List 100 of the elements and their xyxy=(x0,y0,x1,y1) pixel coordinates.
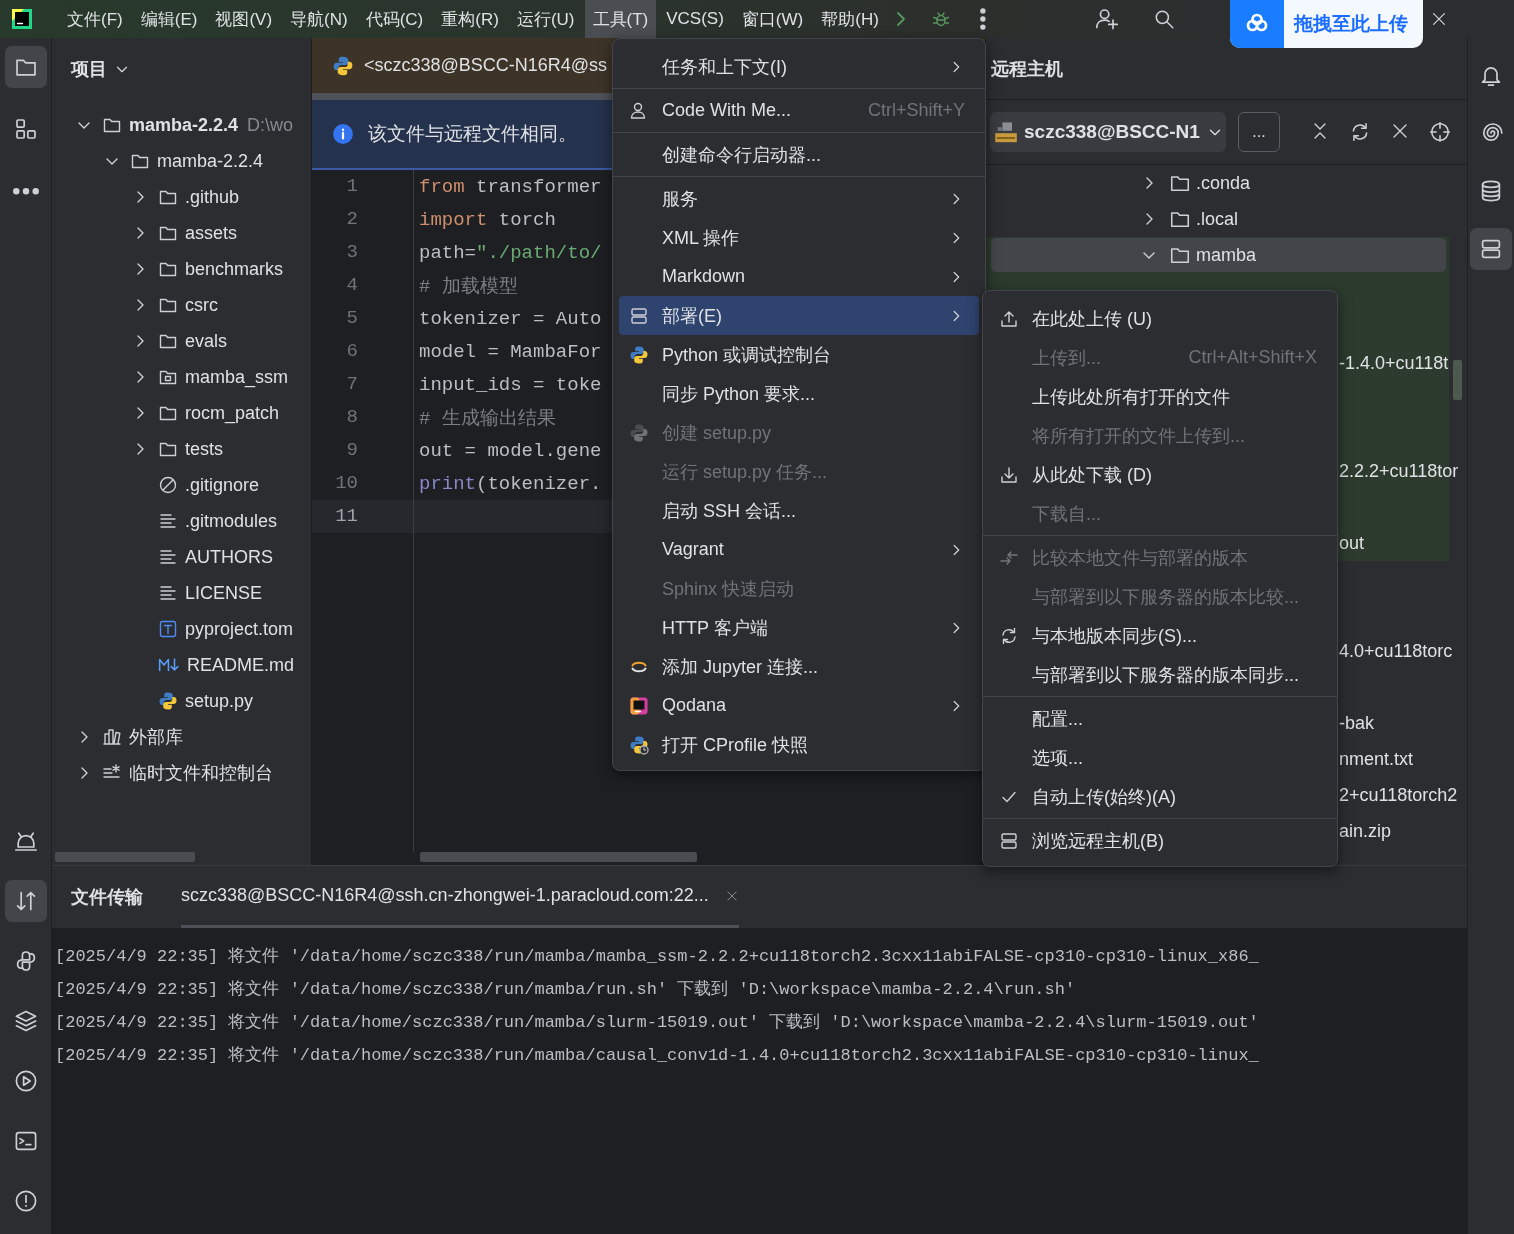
folder-name[interactable]: benchmarks xyxy=(185,258,284,280)
bar-chart-icon xyxy=(102,727,122,747)
folder-name[interactable]: tests xyxy=(185,438,223,460)
menu-item[interactable]: Vagrant xyxy=(619,530,979,569)
transfer-tool-button[interactable] xyxy=(4,880,47,922)
file-name[interactable]: 2+cu118torch2 xyxy=(1339,784,1458,806)
code-line: import torch xyxy=(419,208,556,231)
menu-item[interactable]: 服务 xyxy=(619,179,979,218)
menu-item[interactable]: 帮助(H) xyxy=(813,0,887,38)
menu-item[interactable]: 打开 CProfile 快照 xyxy=(619,725,979,764)
menu-item[interactable]: 上传此处所有打开的文件 xyxy=(989,377,1331,416)
file-name[interactable]: AUTHORS xyxy=(185,546,273,568)
menu-item[interactable]: 运行(U) xyxy=(508,0,583,38)
panel-title[interactable]: 项目 xyxy=(71,57,107,81)
menu-item[interactable]: 创建命令行启动器... xyxy=(619,135,979,174)
text-file-icon xyxy=(158,547,178,567)
menu-item[interactable]: 文件(F) xyxy=(59,0,131,38)
folder-name[interactable]: assets xyxy=(185,222,238,244)
menu-item[interactable]: 在此处上传 (U) xyxy=(989,299,1331,338)
menu-item[interactable]: 部署(E) xyxy=(619,296,979,335)
menu-item[interactable]: 重构(R) xyxy=(433,0,507,38)
file-name[interactable]: setup.py xyxy=(185,690,254,712)
menu-item[interactable]: 同步 Python 要求... xyxy=(619,374,979,413)
menu-item[interactable]: XML 操作 xyxy=(619,218,979,257)
horizontal-scrollbar[interactable] xyxy=(420,852,697,862)
menu-item[interactable]: 从此处下载 (D) xyxy=(989,455,1331,494)
tree-item-label[interactable]: 临时文件和控制台 xyxy=(129,761,273,785)
text-file-icon xyxy=(158,511,178,531)
menu-item[interactable]: 视图(V) xyxy=(207,0,281,38)
file-name[interactable]: nment.txt xyxy=(1339,748,1414,770)
menu-item[interactable]: 自动上传(始终)(A) xyxy=(989,777,1331,816)
remote-tool-button[interactable] xyxy=(1470,228,1512,270)
download-icon xyxy=(999,464,1019,485)
server-dropdown[interactable]: sczc338@BSCC-N1 xyxy=(990,112,1226,152)
menu-item[interactable]: Markdown xyxy=(619,257,979,296)
menu-item[interactable]: 浏览远程主机(B) xyxy=(989,821,1331,860)
menu-item[interactable]: 窗口(W) xyxy=(733,0,812,38)
menu-item[interactable]: VCS(S) xyxy=(658,0,732,38)
folder-name[interactable]: evals xyxy=(185,330,228,352)
menu-item[interactable]: 添加 Jupyter 连接... xyxy=(619,647,979,686)
code-line: print(tokenizer. xyxy=(419,472,602,495)
menu-item[interactable]: Code With Me... Ctrl+Shift+Y xyxy=(619,91,979,130)
folder-name[interactable]: mamba-2.2.4 xyxy=(157,150,264,172)
folder-name[interactable]: csrc xyxy=(185,294,218,316)
folder-name[interactable]: .local xyxy=(1196,208,1239,230)
file-name[interactable]: .gitignore xyxy=(185,474,260,496)
menu-item[interactable]: HTTP 客户端 xyxy=(619,608,979,647)
database-icon xyxy=(1479,179,1503,203)
menu-item[interactable]: 选项... xyxy=(989,738,1331,777)
line-number: 9 xyxy=(312,434,414,467)
add-person-icon[interactable] xyxy=(1094,7,1119,31)
folder-name[interactable]: .github xyxy=(185,186,240,208)
menu-item[interactable]: 启动 SSH 会话... xyxy=(619,491,979,530)
file-name[interactable]: README.md xyxy=(187,654,294,676)
menu-item[interactable]: 代码(C) xyxy=(357,0,432,38)
panel-title: 文件传输 xyxy=(71,886,143,909)
close-icon[interactable] xyxy=(724,888,739,903)
server-icon xyxy=(629,305,649,326)
menu-item[interactable]: Python 或调试控制台 xyxy=(619,335,979,374)
menu-item[interactable]: 任务和上下文(I) xyxy=(619,47,979,86)
log-line: [2025/4/9 22:35] 将文件 '/data/home/sczc338/run/mamba/causal_conv1d-1.4.0+cu118torch2.3cxx11abiFALSE-cp310-cp310-linux_ xyxy=(54,1045,1260,1067)
file-name[interactable]: -1.4.0+cu118t xyxy=(1339,352,1449,374)
upload-icon xyxy=(999,308,1019,329)
menu-item[interactable]: 编辑(E) xyxy=(132,0,206,38)
menu-item[interactable]: 配置... xyxy=(989,699,1331,738)
folder-name[interactable]: mamba_ssm xyxy=(185,366,289,388)
more-icon[interactable] xyxy=(980,9,985,29)
folder-name[interactable]: rocm_patch xyxy=(185,402,280,424)
file-name[interactable]: pyproject.tom xyxy=(185,618,294,640)
tree-item-label[interactable]: 外部库 xyxy=(129,725,183,749)
session-tab[interactable]: sczc338@BSCC-N16R4@ssh.cn-zhongwei-1.paracloud.com:22... xyxy=(181,885,709,906)
python-icon xyxy=(629,344,649,365)
code-line: model = MambaFor xyxy=(419,340,602,363)
menu-item[interactable]: 工具(T) xyxy=(584,0,657,38)
vertical-scrollbar[interactable] xyxy=(1453,360,1462,400)
crosshair-icon[interactable] xyxy=(1429,121,1451,143)
bug-icon[interactable] xyxy=(930,9,951,29)
qodana-icon xyxy=(629,695,649,716)
horizontal-scrollbar[interactable] xyxy=(55,852,195,862)
file-name[interactable]: -bak xyxy=(1339,712,1374,734)
file-name[interactable]: ain.zip xyxy=(1339,820,1392,842)
folder-name[interactable]: mamba-2.2.4 xyxy=(129,114,239,136)
menu-item[interactable]: 与本地版本同步(S)... xyxy=(989,616,1331,655)
app-logo-icon xyxy=(12,9,32,29)
file-name[interactable]: .gitmodules xyxy=(185,510,278,532)
file-name[interactable]: LICENSE xyxy=(185,582,263,604)
upload-badge[interactable]: 拖拽至此上传 xyxy=(1230,0,1423,48)
file-name[interactable]: 2.2.2+cu118tor xyxy=(1339,460,1459,482)
project-tool-button[interactable] xyxy=(4,46,47,88)
code-line: path="./path/to/ xyxy=(419,241,602,264)
more-button[interactable]: ... xyxy=(1238,112,1280,152)
menu-item[interactable]: Qodana xyxy=(619,686,979,725)
folder-name[interactable]: mamba xyxy=(1196,244,1257,266)
shortcut-label: Ctrl+Shift+Y xyxy=(867,100,965,121)
file-name[interactable]: out xyxy=(1339,532,1365,554)
folder-name[interactable]: .conda xyxy=(1196,172,1251,194)
menu-item[interactable]: 与部署到以下服务器的版本同步... xyxy=(989,655,1331,694)
code-line: input_ids = toke xyxy=(419,373,602,396)
file-name[interactable]: 4.0+cu118torc xyxy=(1339,640,1453,662)
menu-item[interactable]: 导航(N) xyxy=(282,0,356,38)
